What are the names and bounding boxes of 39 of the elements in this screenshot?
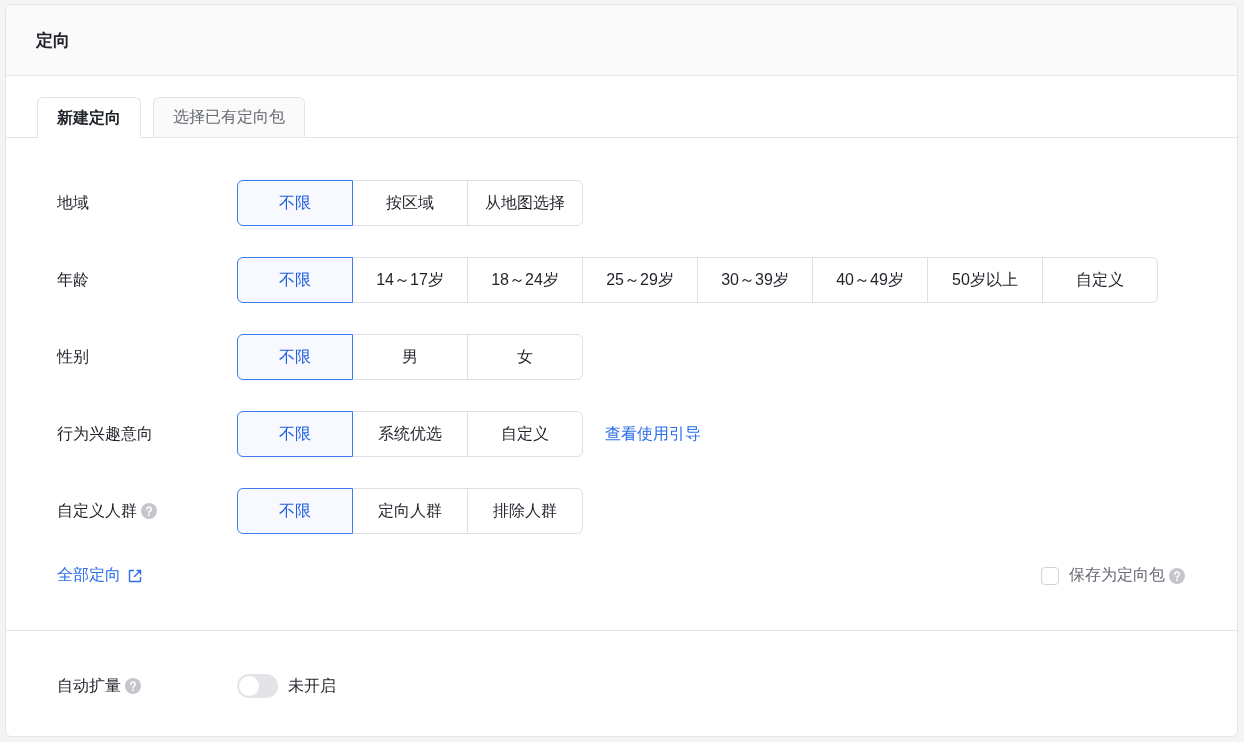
option-button[interactable]: 自定义 bbox=[1042, 257, 1158, 303]
option-button[interactable]: 自定义 bbox=[467, 411, 583, 457]
field-label: 行为兴趣意向 bbox=[57, 423, 153, 444]
option-button[interactable]: 定向人群 bbox=[352, 488, 468, 534]
option-button[interactable]: 不限 bbox=[237, 411, 353, 457]
tab[interactable]: 选择已有定向包 bbox=[153, 97, 305, 137]
option-button[interactable]: 18～24岁 bbox=[467, 257, 583, 303]
tab[interactable]: 新建定向 bbox=[37, 97, 141, 138]
option-button[interactable]: 14～17岁 bbox=[352, 257, 468, 303]
field-label: 地域 bbox=[57, 192, 89, 213]
checkbox-label: 保存为定向包 bbox=[1069, 565, 1165, 585]
field-label: 自定义人群 bbox=[57, 500, 137, 521]
option-button[interactable]: 排除人群 bbox=[467, 488, 583, 534]
option-button[interactable]: 不限 bbox=[237, 257, 353, 303]
option-button[interactable]: 不限 bbox=[237, 334, 353, 380]
toggle-switch[interactable] bbox=[237, 674, 278, 698]
option-button[interactable]: 40～49岁 bbox=[812, 257, 928, 303]
external-link-icon[interactable] bbox=[127, 567, 143, 584]
option-button[interactable]: 不限 bbox=[237, 488, 353, 534]
option-button[interactable]: 女 bbox=[467, 334, 583, 380]
option-button[interactable]: 25～29岁 bbox=[582, 257, 698, 303]
option-button[interactable]: 50岁以上 bbox=[927, 257, 1043, 303]
guide-link[interactable]: 查看使用引导 bbox=[605, 423, 701, 445]
option-button[interactable]: 从地图选择 bbox=[467, 180, 583, 226]
field-label: 自动扩量 bbox=[57, 675, 121, 696]
section-title: 定向 bbox=[36, 29, 70, 52]
help-icon[interactable] bbox=[125, 678, 141, 694]
option-button[interactable]: 30～39岁 bbox=[697, 257, 813, 303]
help-icon[interactable] bbox=[141, 503, 157, 519]
all-targeting-link[interactable]: 全部定向 bbox=[57, 565, 143, 586]
checkbox[interactable] bbox=[1041, 566, 1059, 585]
option-button[interactable]: 不限 bbox=[237, 180, 353, 226]
option-button[interactable]: 按区域 bbox=[352, 180, 468, 226]
option-button[interactable]: 系统优选 bbox=[352, 411, 468, 457]
help-icon[interactable] bbox=[1169, 567, 1185, 584]
field-label: 性别 bbox=[57, 346, 89, 367]
toggle-status: 未开启 bbox=[288, 675, 336, 696]
field-label: 年龄 bbox=[57, 269, 89, 290]
option-button[interactable]: 男 bbox=[352, 334, 468, 380]
